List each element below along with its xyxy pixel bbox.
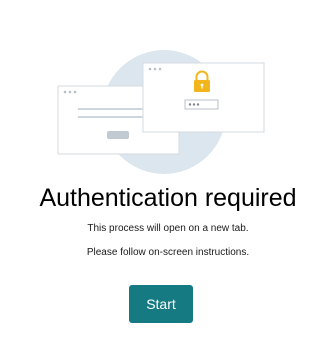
message-line-new-tab: This process will open on a new tab. <box>87 223 249 234</box>
start-button[interactable]: Start <box>129 285 193 323</box>
illustration-graphic <box>57 50 265 174</box>
button-placeholder-icon <box>107 131 129 139</box>
authentication-illustration <box>0 0 336 180</box>
password-field-icon <box>184 99 219 110</box>
login-window-icon <box>142 62 265 133</box>
page-title: Authentication required <box>39 184 297 212</box>
message-line-instructions: Please follow on-screen instructions. <box>86 247 250 258</box>
